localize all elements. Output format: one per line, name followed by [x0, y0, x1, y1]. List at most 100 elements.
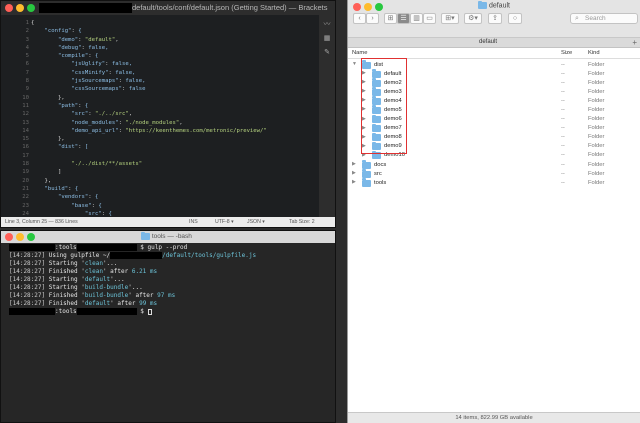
minimize-button[interactable]: [16, 4, 24, 12]
code-line[interactable]: {: [31, 19, 267, 27]
search-icon: ⌕: [575, 15, 579, 22]
file-kind: Folder: [588, 170, 605, 177]
file-size: --: [561, 88, 565, 95]
tab-size[interactable]: Tab Size: 2: [289, 219, 315, 225]
file-row[interactable]: ▶ docs -- Folder: [348, 160, 640, 169]
line-number: 11: [22, 102, 29, 109]
line-number: 2: [25, 28, 29, 35]
folder-icon: [478, 0, 487, 9]
code-line[interactable]: },: [31, 94, 267, 102]
minimize-button[interactable]: [16, 233, 24, 241]
redacted-path: [110, 252, 163, 259]
code-text[interactable]: { "config": { "demo": "default", "debug"…: [31, 19, 267, 217]
forward-button[interactable]: ›: [366, 13, 379, 24]
terminal-title: tools — -bash: [141, 231, 192, 240]
line-number: 19: [22, 169, 29, 176]
disclosure-closed-icon[interactable]: ▶: [352, 169, 356, 178]
line-number: 21: [22, 185, 29, 192]
close-button[interactable]: [353, 3, 361, 11]
code-line[interactable]: "path": {: [31, 102, 267, 110]
code-line[interactable]: "base": {: [31, 202, 267, 210]
editor-side-toolbar: 〰 ▦ ✎: [319, 15, 335, 217]
column-kind[interactable]: Kind: [588, 50, 600, 56]
code-line[interactable]: "config": {: [31, 27, 267, 35]
terminal-log-line: [14:28:27] Using gulpfile ~//default/too…: [9, 252, 257, 259]
column-name[interactable]: Name: [352, 50, 367, 56]
code-line[interactable]: },: [31, 177, 267, 185]
line-number-gutter: 1234567891011121314151617181920212223242…: [1, 19, 29, 217]
code-line[interactable]: "node_modules": "./node_modules",: [31, 119, 267, 127]
finder-title: default: [478, 0, 510, 9]
finder-window: default ‹ › ⊞ ☰ ▥ ▭ ⊞▾ ⚙▾ ⇪ ○ ⌕ Search d…: [347, 0, 640, 423]
terminal-titlebar: tools — -bash: [1, 231, 335, 243]
code-line[interactable]: "dist": [: [31, 143, 267, 151]
search-field[interactable]: ⌕ Search: [570, 13, 638, 24]
minimize-button[interactable]: [364, 3, 372, 11]
file-row[interactable]: ▶ src -- Folder: [348, 169, 640, 178]
code-line[interactable]: "demo": "default",: [31, 36, 267, 44]
file-size: --: [561, 70, 565, 77]
log-timestamp: [14:28:27]: [9, 260, 46, 267]
code-line[interactable]: "jsSourcemaps": false,: [31, 77, 267, 85]
log-timestamp: [14:28:27]: [9, 268, 46, 275]
code-line[interactable]: [31, 152, 267, 160]
zoom-button[interactable]: [27, 4, 35, 12]
code-line[interactable]: "vendors": {: [31, 193, 267, 201]
tags-button[interactable]: ○: [508, 13, 522, 24]
file-kind: Folder: [588, 143, 605, 150]
file-size: --: [561, 61, 565, 68]
code-line[interactable]: "src": {: [31, 210, 267, 217]
code-line[interactable]: "compile": {: [31, 52, 267, 60]
tab-default[interactable]: default: [348, 39, 628, 45]
code-line[interactable]: "jsUglify": false,: [31, 60, 267, 68]
extension-manager-icon[interactable]: ▦: [322, 35, 332, 43]
tools-icon[interactable]: ✎: [322, 49, 332, 57]
code-line[interactable]: "./../dist/**/assets": [31, 160, 267, 168]
line-number: 3: [25, 36, 29, 43]
code-line[interactable]: "cssSourcemaps": false: [31, 85, 267, 93]
terminal-log-line: [14:28:27] Finished 'build-bundle' after…: [9, 292, 176, 299]
task-name: build-bundle: [84, 292, 129, 299]
share-button[interactable]: ⇪: [488, 13, 502, 24]
back-button[interactable]: ‹: [353, 13, 366, 24]
encoding-select[interactable]: UTF-8 ▾: [215, 219, 234, 225]
code-line[interactable]: },: [31, 135, 267, 143]
file-kind: Folder: [588, 125, 605, 132]
code-line[interactable]: "cssMinify": false,: [31, 69, 267, 77]
code-line[interactable]: "debug": false,: [31, 44, 267, 52]
redacted-path: [39, 3, 132, 13]
redacted-hostname: [9, 244, 55, 251]
column-size[interactable]: Size: [561, 50, 572, 56]
code-line[interactable]: ]: [31, 168, 267, 176]
code-line[interactable]: "src": "./../src",: [31, 110, 267, 118]
editor-titlebar: default/tools/conf/default.json (Getting…: [1, 1, 335, 15]
zoom-button[interactable]: [27, 233, 35, 241]
task-name: build-bundle: [84, 284, 129, 291]
list-view-button[interactable]: ☰: [397, 13, 410, 24]
code-editor[interactable]: 1234567891011121314151617181920212223242…: [1, 15, 319, 217]
file-row[interactable]: ▶ tools -- Folder: [348, 178, 640, 187]
language-select[interactable]: JSON ▾: [247, 219, 265, 225]
log-timestamp: [14:28:27]: [9, 292, 46, 299]
arrange-button[interactable]: ⊞▾: [441, 13, 459, 24]
terminal-log-line: [14:28:27] Starting 'default'...: [9, 276, 125, 283]
code-line[interactable]: "demo_api_url": "https://keenthemes.com/…: [31, 127, 266, 135]
close-button[interactable]: [5, 233, 13, 241]
close-button[interactable]: [5, 4, 13, 12]
code-line[interactable]: "build": {: [31, 185, 267, 193]
action-gear-button[interactable]: ⚙▾: [464, 13, 482, 24]
line-number: 1: [25, 20, 29, 26]
column-view-button[interactable]: ▥: [410, 13, 423, 24]
live-preview-icon[interactable]: 〰: [322, 21, 332, 29]
disclosure-closed-icon[interactable]: ▶: [352, 160, 356, 169]
prompt-directory: :tools: [55, 308, 77, 315]
disclosure-open-icon[interactable]: ▼: [352, 60, 357, 69]
task-name: default: [84, 276, 111, 283]
insert-mode[interactable]: INS: [189, 219, 198, 225]
disclosure-closed-icon[interactable]: ▶: [352, 178, 356, 187]
terminal-output[interactable]: :tools $ gulp --prod [14:28:27] Using gul…: [9, 244, 331, 422]
icon-view-button[interactable]: ⊞: [384, 13, 397, 24]
new-tab-button[interactable]: +: [632, 38, 637, 47]
zoom-button[interactable]: [375, 3, 383, 11]
gallery-view-button[interactable]: ▭: [423, 13, 436, 24]
